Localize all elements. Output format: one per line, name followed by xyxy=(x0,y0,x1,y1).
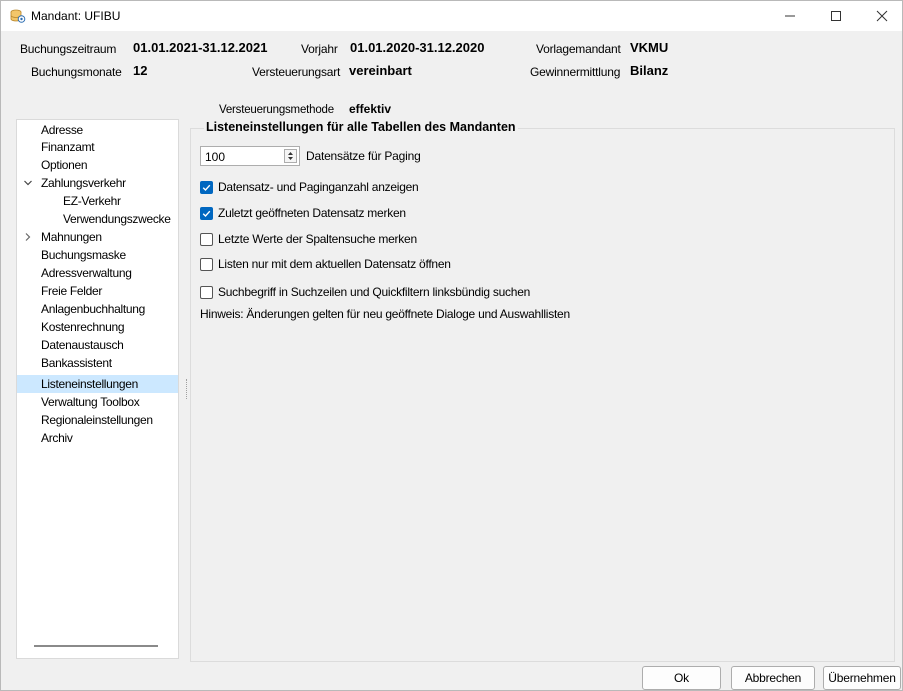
tree-item-label: Finanzamt xyxy=(41,140,95,154)
tree-item-optionen[interactable]: Optionen xyxy=(17,156,178,174)
ok-button[interactable]: Ok xyxy=(642,666,721,690)
horizontal-scrollbar-thumb[interactable] xyxy=(34,645,158,647)
tree-item-archiv[interactable]: Archiv xyxy=(17,429,178,447)
checkbox-checked-icon[interactable] xyxy=(200,180,213,194)
tree-item-label: Mahnungen xyxy=(41,230,102,244)
tree-item-buchungsmaske[interactable]: Buchungsmaske xyxy=(17,246,178,264)
checkbox-label: Datensatz- und Paginganzahl anzeigen xyxy=(218,180,419,194)
tree-item-label: Buchungsmaske xyxy=(41,248,126,262)
checkbox-label: Listen nur mit dem aktuellen Datensatz ö… xyxy=(218,257,451,271)
tree-item-label: Archiv xyxy=(41,431,73,445)
tree-item-freie-felder[interactable]: Freie Felder xyxy=(17,282,178,300)
mandant-dialog: Mandant: UFIBU Buchungszeitraum 01.01.20… xyxy=(0,0,903,691)
vorjahr-value: 01.01.2020-31.12.2020 xyxy=(350,40,485,55)
tree-item-label: Verwaltung Toolbox xyxy=(41,395,140,409)
gewinnermittlung-label: Gewinnermittlung xyxy=(530,65,621,79)
versteuerungsart-label: Versteuerungsart xyxy=(252,65,341,79)
checkbox-spaltensuche[interactable]: Letzte Werte der Spaltensuche merken xyxy=(200,231,417,247)
tree-item-ez-verkehr[interactable]: EZ-Verkehr xyxy=(17,192,178,210)
tree-item-label: Regionaleinstellungen xyxy=(41,413,153,427)
tree-item-label: Optionen xyxy=(41,158,88,172)
checkbox-datensatz-paginganzahl[interactable]: Datensatz- und Paginganzahl anzeigen xyxy=(200,179,419,195)
tree-item-label: Adressverwaltung xyxy=(41,266,132,280)
gewinnermittlung-value: Bilanz xyxy=(630,63,669,78)
tree-item-bankassistent[interactable]: Bankassistent xyxy=(17,354,178,372)
tree-item-finanzamt[interactable]: Finanzamt xyxy=(17,138,178,156)
abbrechen-button[interactable]: Abbrechen xyxy=(731,666,815,690)
tree-item-label: Datenaustausch xyxy=(41,338,124,352)
vorjahr-label: Vorjahr xyxy=(301,42,338,56)
tree-item-label: Anlagenbuchhaltung xyxy=(41,302,146,316)
versteuerungsmethode-label: Versteuerungsmethode xyxy=(219,104,334,116)
checkbox-label: Letzte Werte der Spaltensuche merken xyxy=(218,232,417,246)
tree-item-kostenrechnung[interactable]: Kostenrechnung xyxy=(17,318,178,336)
tree-item-label: Freie Felder xyxy=(41,284,103,298)
tree-item-anlagenbuchhaltung[interactable]: Anlagenbuchhaltung xyxy=(17,300,178,318)
tree-item-verwendungszwecke[interactable]: Verwendungszwecke xyxy=(17,210,178,228)
checkbox-linksbuendig[interactable]: Suchbegriff in Suchzeilen und Quickfilte… xyxy=(200,284,530,300)
buchungsmonate-value: 12 xyxy=(133,63,148,78)
tree-item-label: Verwendungszwecke xyxy=(63,212,171,226)
tree-item-verwaltung-toolbox[interactable]: Verwaltung Toolbox xyxy=(17,393,178,411)
minimize-icon xyxy=(785,15,795,17)
tree-item-label: EZ-Verkehr xyxy=(63,194,121,208)
checkbox-zuletzt-geoeffnet[interactable]: Zuletzt geöffneten Datensatz merken xyxy=(200,205,406,221)
paging-spinbox[interactable]: 100 xyxy=(200,146,300,166)
paging-label: Datensätze für Paging xyxy=(306,149,421,163)
window-title: Mandant: UFIBU xyxy=(31,9,121,23)
minimize-button[interactable] xyxy=(767,1,813,31)
checkbox-checked-icon[interactable] xyxy=(200,206,213,220)
tree-item-label: Bankassistent xyxy=(41,356,112,370)
chevron-right-icon[interactable] xyxy=(23,225,33,248)
hint-text: Hinweis: Änderungen gelten für neu geöff… xyxy=(200,307,570,321)
tree-item-label: Listeneinstellungen xyxy=(41,377,139,391)
checkbox-unchecked-icon[interactable] xyxy=(200,232,213,246)
tree-item-label: Adresse xyxy=(41,123,83,137)
maximize-icon xyxy=(831,11,841,21)
buchungszeitraum-label: Buchungszeitraum xyxy=(20,42,117,56)
uebernehmen-button[interactable]: Übernehmen xyxy=(823,666,901,690)
buchungszeitraum-value: 01.01.2021-31.12.2021 xyxy=(133,40,268,55)
app-icon xyxy=(10,8,26,24)
vorlagemandant-label: Vorlagemandant xyxy=(536,42,621,56)
checkbox-label: Zuletzt geöffneten Datensatz merken xyxy=(218,206,406,220)
maximize-button[interactable] xyxy=(813,1,859,31)
splitter-handle[interactable] xyxy=(186,379,187,399)
chevron-down-icon[interactable] xyxy=(23,171,33,194)
checkbox-aktueller-datensatz[interactable]: Listen nur mit dem aktuellen Datensatz ö… xyxy=(200,256,451,272)
tree-item-zahlungsverkehr[interactable]: Zahlungsverkehr xyxy=(17,174,178,192)
checkbox-unchecked-icon[interactable] xyxy=(200,285,213,299)
checkbox-label: Suchbegriff in Suchzeilen und Quickfilte… xyxy=(218,285,531,299)
spin-down-icon[interactable] xyxy=(285,156,296,162)
close-icon xyxy=(876,10,888,22)
group-title: Listeneinstellungen für alle Tabellen de… xyxy=(204,120,518,134)
tree-item-listeneinstellungen[interactable]: Listeneinstellungen xyxy=(17,375,178,393)
tree-item-regionaleinstellungen[interactable]: Regionaleinstellungen xyxy=(17,411,178,429)
tree-item-adresse[interactable]: Adresse xyxy=(17,121,178,139)
close-button[interactable] xyxy=(859,1,903,31)
versteuerungsart-value: vereinbart xyxy=(349,63,412,78)
tree-item-label: Zahlungsverkehr xyxy=(41,176,126,190)
vorlagemandant-value: VKMU xyxy=(630,40,669,55)
buchungsmonate-label: Buchungsmonate xyxy=(31,65,122,79)
versteuerungsmethode-value: effektiv xyxy=(349,102,392,116)
tree-item-datenaustausch[interactable]: Datenaustausch xyxy=(17,336,178,354)
checkbox-unchecked-icon[interactable] xyxy=(200,257,213,271)
tree-item-mahnungen[interactable]: Mahnungen xyxy=(17,228,178,246)
tree-item-adressverwaltung[interactable]: Adressverwaltung xyxy=(17,264,178,282)
tree-item-label: Kostenrechnung xyxy=(41,320,125,334)
spin-buttons xyxy=(284,149,297,163)
settings-tree: Adresse Finanzamt Optionen Zahlungsverke… xyxy=(16,119,179,659)
paging-value[interactable]: 100 xyxy=(205,150,225,164)
title-bar: Mandant: UFIBU xyxy=(1,1,902,31)
